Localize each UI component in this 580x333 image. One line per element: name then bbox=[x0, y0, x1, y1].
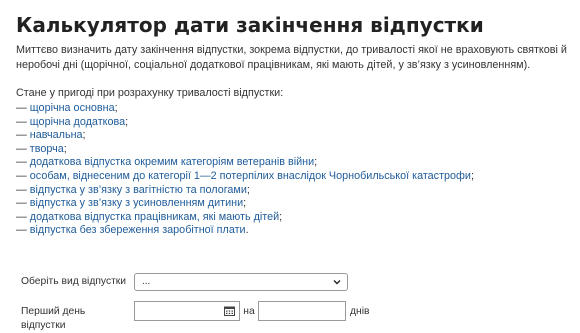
list-item: — навчальна; bbox=[16, 129, 86, 142]
calendar-icon[interactable] bbox=[224, 306, 235, 316]
vacation-type-link[interactable]: додаткова відпустка працівникам, які маю… bbox=[30, 211, 279, 223]
vacation-type-link[interactable]: відпустка у зв’язку з усиновленням дитин… bbox=[30, 197, 243, 209]
on-label: на bbox=[243, 306, 255, 317]
list-item: — додаткова відпустка окремим категоріям… bbox=[16, 156, 318, 169]
list-item: — додаткова відпустка працівникам, які м… bbox=[16, 210, 283, 223]
vacation-type-link[interactable]: навчальна bbox=[30, 129, 83, 141]
vacation-type-link[interactable]: відпустка у зв’язку з вагітністю та поло… bbox=[30, 184, 247, 196]
list-item: — щорічна додаткова; bbox=[16, 115, 129, 128]
list-item: — щорічна основна; bbox=[16, 102, 118, 114]
vacation-type-link[interactable]: щорічна основна bbox=[30, 102, 115, 114]
vacation-type-link[interactable]: відпустка без збереження заробітної плат… bbox=[30, 224, 246, 236]
list-item: — особам, віднесеним до категорії 1—2 по… bbox=[16, 169, 474, 182]
days-count-input[interactable] bbox=[258, 301, 346, 321]
lead-text: Стане у пригоді при розрахунку тривалост… bbox=[16, 87, 284, 99]
list-item: — відпустка у зв’язку з вагітністю та по… bbox=[16, 183, 250, 196]
page-title: Калькулятор дати закінчення відпустки bbox=[16, 13, 484, 37]
vacation-types-list: — щорічна основна; — щорічна додаткова; … bbox=[16, 102, 474, 238]
list-item: — творча; bbox=[16, 142, 67, 155]
intro-text: Миттєво визначить дату закінчення відпус… bbox=[16, 44, 567, 71]
vacation-type-label: Оберіть вид відпустки bbox=[21, 276, 127, 287]
vacation-type-select[interactable]: ... bbox=[134, 273, 348, 291]
list-item: — відпустка без збереження заробітної пл… bbox=[16, 224, 249, 237]
vacation-type-link[interactable]: творча bbox=[30, 143, 64, 155]
vacation-type-link[interactable]: щорічна додаткова bbox=[30, 116, 125, 128]
first-day-date-input[interactable] bbox=[134, 301, 240, 321]
chevron-down-icon bbox=[333, 280, 341, 285]
vacation-type-selected: ... bbox=[142, 276, 151, 287]
days-unit-label: днів bbox=[350, 306, 370, 317]
vacation-type-link[interactable]: особам, віднесеним до категорії 1—2 поте… bbox=[30, 170, 471, 182]
list-item: — відпустка у зв’язку з усиновленням дит… bbox=[16, 197, 247, 210]
first-day-label: Перший день відпустки bbox=[21, 306, 86, 331]
vacation-type-link[interactable]: додаткова відпустка окремим категоріям в… bbox=[30, 156, 314, 168]
